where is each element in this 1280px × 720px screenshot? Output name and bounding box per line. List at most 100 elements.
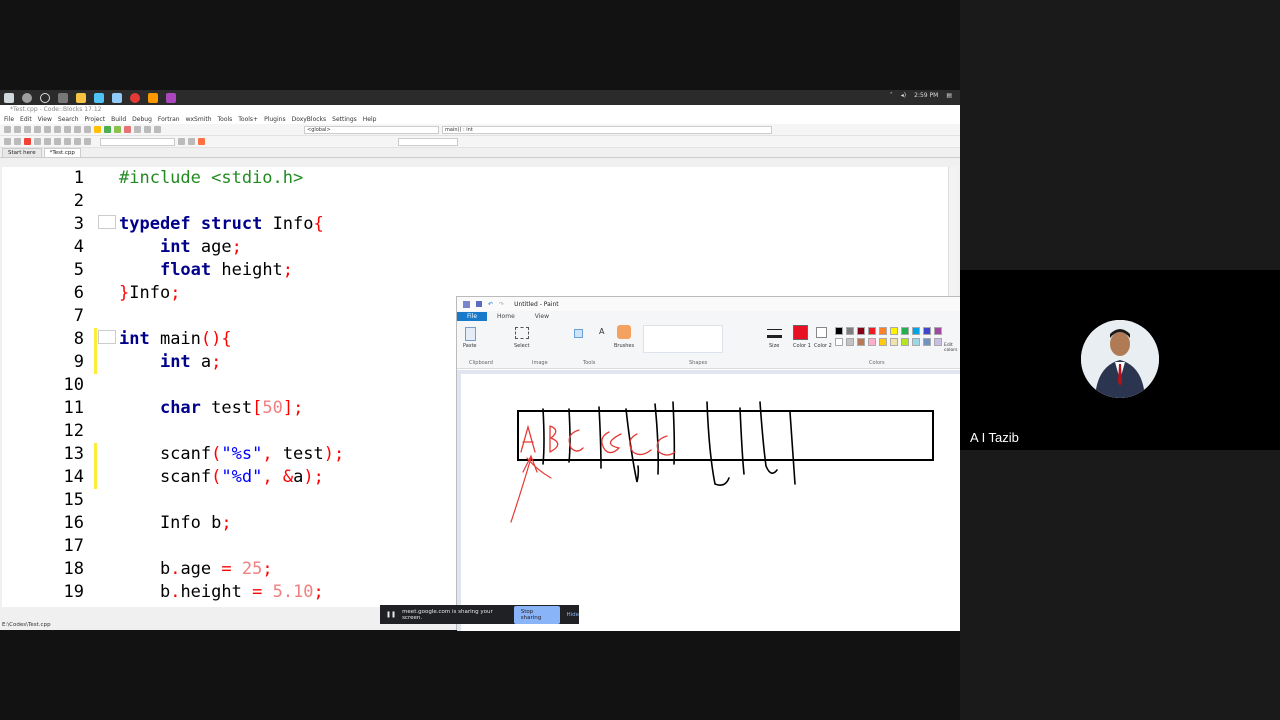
palette-swatch[interactable] <box>857 327 865 335</box>
menu-item-edit[interactable]: Edit <box>20 116 32 123</box>
search-icon[interactable] <box>22 92 32 103</box>
bookmark-next-icon[interactable] <box>44 138 51 145</box>
notification-icon[interactable]: ▤ <box>946 92 952 99</box>
palette-swatch[interactable] <box>934 338 942 346</box>
hide-button[interactable]: Hide <box>566 612 579 618</box>
palette-swatch[interactable] <box>901 338 909 346</box>
menu-item-settings[interactable]: Settings <box>332 116 357 123</box>
notepad-icon[interactable] <box>94 92 104 103</box>
chrome-icon[interactable] <box>130 92 140 103</box>
highlight-icon[interactable] <box>198 138 205 145</box>
palette-swatch[interactable] <box>846 327 854 335</box>
forward-icon[interactable] <box>14 138 21 145</box>
tab-test-cpp[interactable]: *Test.cpp <box>43 148 81 157</box>
codeblocks-icon[interactable] <box>148 92 158 103</box>
palette-swatch[interactable] <box>890 338 898 346</box>
save-icon[interactable] <box>476 301 482 307</box>
palette-swatch[interactable] <box>923 327 931 335</box>
comment-icon[interactable] <box>54 138 61 145</box>
menu-item-wxsmith[interactable]: wxSmith <box>186 116 212 123</box>
pencil-icon[interactable] <box>574 329 583 338</box>
palette-swatch[interactable] <box>923 338 931 346</box>
palette-swatch[interactable] <box>912 327 920 335</box>
back-icon[interactable] <box>4 138 11 145</box>
palette-swatch[interactable] <box>846 338 854 346</box>
palette-swatch[interactable] <box>835 338 843 346</box>
volume-icon[interactable]: ◂) <box>901 92 906 99</box>
debug-icon[interactable] <box>134 126 141 133</box>
tab-file[interactable]: File <box>457 311 488 321</box>
find-icon[interactable] <box>178 138 185 145</box>
menu-item-plugins[interactable]: Plugins <box>264 116 286 123</box>
stop-icon[interactable] <box>124 126 131 133</box>
brushes-icon[interactable] <box>617 325 631 339</box>
tab-home[interactable]: Home <box>487 312 525 321</box>
size-icon[interactable] <box>767 329 782 338</box>
paste-icon[interactable] <box>84 126 91 133</box>
menu-item-search[interactable]: Search <box>58 116 79 123</box>
palette-swatch[interactable] <box>901 327 909 335</box>
palette-swatch[interactable] <box>835 327 843 335</box>
build-icon[interactable] <box>94 126 101 133</box>
menu-item-help[interactable]: Help <box>363 116 377 123</box>
size-button[interactable]: Size <box>769 343 779 349</box>
copy-icon[interactable] <box>74 126 81 133</box>
function-select[interactable]: main() : int <box>442 125 772 134</box>
redo-icon[interactable]: ↷ <box>499 301 504 308</box>
edit-colors-button[interactable]: Edit colors <box>944 343 960 353</box>
chevron-up-icon[interactable]: ˄ <box>890 92 893 99</box>
undo-icon[interactable]: ↶ <box>488 301 493 308</box>
text-icon[interactable]: A <box>599 327 604 336</box>
open-file-icon[interactable] <box>14 126 21 133</box>
menu-item-doxyblocks[interactable]: DoxyBlocks <box>292 116 327 123</box>
tab-view[interactable]: View <box>525 312 559 321</box>
build-run-icon[interactable] <box>114 126 121 133</box>
tab-start-here[interactable]: Start here <box>2 148 42 157</box>
run-icon[interactable] <box>104 126 111 133</box>
color1-swatch[interactable] <box>793 325 808 340</box>
shapes-gallery[interactable] <box>643 325 723 353</box>
palette-swatch[interactable] <box>857 338 865 346</box>
menu-item-debug[interactable]: Debug <box>132 116 152 123</box>
palette-swatch[interactable] <box>868 327 876 335</box>
paint-canvas[interactable] <box>461 374 960 631</box>
menu-item-file[interactable]: File <box>4 116 14 123</box>
menu-item-build[interactable]: Build <box>111 116 126 123</box>
palette-swatch[interactable] <box>912 338 920 346</box>
search-box-2[interactable] <box>398 137 458 146</box>
task-view-icon[interactable] <box>58 92 68 103</box>
palette-swatch[interactable] <box>890 327 898 335</box>
app-icon[interactable] <box>112 92 122 103</box>
step-icon[interactable] <box>144 126 151 133</box>
paste-icon[interactable] <box>465 327 476 341</box>
stop-sharing-button[interactable]: Stop sharing <box>513 605 561 624</box>
menu-item-fortran[interactable]: Fortran <box>158 116 180 123</box>
windows-start-icon[interactable] <box>4 92 14 103</box>
new-file-icon[interactable] <box>4 126 11 133</box>
uncomment-icon[interactable] <box>64 138 71 145</box>
save-all-icon[interactable] <box>34 126 41 133</box>
indent-icon[interactable] <box>74 138 81 145</box>
scope-select[interactable]: <global> <box>304 125 439 134</box>
redo-icon[interactable] <box>54 126 61 133</box>
palette-swatch[interactable] <box>879 327 887 335</box>
cortana-icon[interactable] <box>40 92 50 103</box>
menu-item-project[interactable]: Project <box>85 116 106 123</box>
paint-icon[interactable] <box>166 92 176 103</box>
save-icon[interactable] <box>24 126 31 133</box>
menu-item-tools[interactable]: Tools <box>218 116 233 123</box>
color2-swatch[interactable] <box>816 327 827 338</box>
search-box[interactable] <box>100 137 175 146</box>
replace-icon[interactable] <box>188 138 195 145</box>
palette-swatch[interactable] <box>868 338 876 346</box>
bookmark-icon[interactable] <box>24 138 31 145</box>
bookmark-prev-icon[interactable] <box>34 138 41 145</box>
select-button[interactable]: Select <box>514 343 529 349</box>
unindent-icon[interactable] <box>84 138 91 145</box>
palette-swatch[interactable] <box>934 327 942 335</box>
file-explorer-icon[interactable] <box>76 92 86 103</box>
participant-tile[interactable]: A I Tazib <box>960 270 1280 450</box>
step-into-icon[interactable] <box>154 126 161 133</box>
cut-icon[interactable] <box>64 126 71 133</box>
palette-swatch[interactable] <box>879 338 887 346</box>
